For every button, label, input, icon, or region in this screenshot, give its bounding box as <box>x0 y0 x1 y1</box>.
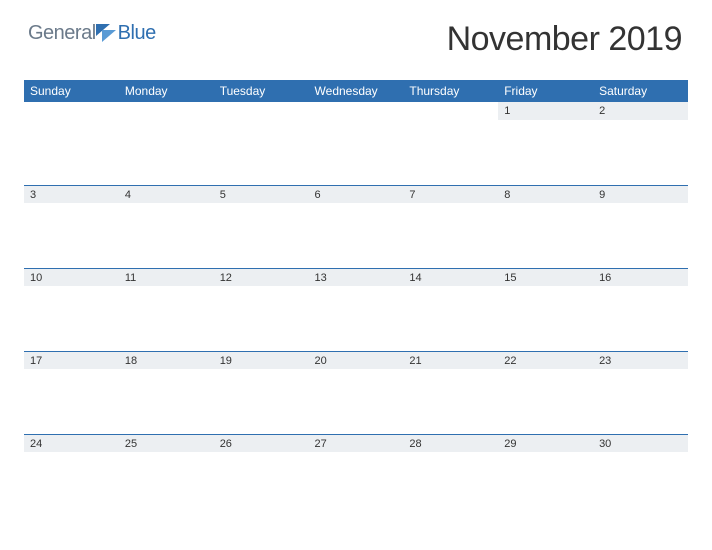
calendar-cell: 27 <box>309 434 404 517</box>
calendar-week-row: 24252627282930 <box>24 434 688 517</box>
date-number: 24 <box>24 434 119 452</box>
calendar-cell: 18 <box>119 351 214 434</box>
calendar-cell: 20 <box>309 351 404 434</box>
calendar-week-row: 17181920212223 <box>24 351 688 434</box>
calendar-cell: 28 <box>403 434 498 517</box>
date-number: 19 <box>214 351 309 369</box>
day-header: Thursday <box>403 80 498 102</box>
calendar-cell <box>214 102 309 185</box>
calendar-cell: 13 <box>309 268 404 351</box>
date-number: 5 <box>214 185 309 203</box>
logo-text-blue: Blue <box>118 22 156 45</box>
day-header: Saturday <box>593 80 688 102</box>
calendar-cell: 23 <box>593 351 688 434</box>
calendar-cell: 7 <box>403 185 498 268</box>
date-number: 29 <box>498 434 593 452</box>
date-number <box>119 102 214 120</box>
calendar-week-row: 12 <box>24 102 688 185</box>
calendar-cell: 6 <box>309 185 404 268</box>
date-number: 7 <box>403 185 498 203</box>
date-number: 3 <box>24 185 119 203</box>
calendar-cell: 2 <box>593 102 688 185</box>
header: General Blue November 2019 <box>0 0 712 80</box>
calendar-cell <box>24 102 119 185</box>
calendar-cell: 30 <box>593 434 688 517</box>
date-number: 12 <box>214 268 309 286</box>
calendar-cell: 26 <box>214 434 309 517</box>
calendar-cell: 24 <box>24 434 119 517</box>
calendar: Sunday Monday Tuesday Wednesday Thursday… <box>0 80 712 517</box>
calendar-cell: 19 <box>214 351 309 434</box>
day-header: Sunday <box>24 80 119 102</box>
calendar-cell: 3 <box>24 185 119 268</box>
date-number: 20 <box>309 351 404 369</box>
date-number: 9 <box>593 185 688 203</box>
date-number: 23 <box>593 351 688 369</box>
date-number: 14 <box>403 268 498 286</box>
logo-mark-icon <box>96 24 116 42</box>
calendar-cell: 4 <box>119 185 214 268</box>
calendar-cell <box>119 102 214 185</box>
calendar-cell: 12 <box>214 268 309 351</box>
calendar-week-row: 10111213141516 <box>24 268 688 351</box>
date-number: 27 <box>309 434 404 452</box>
calendar-cell: 15 <box>498 268 593 351</box>
date-number: 1 <box>498 102 593 120</box>
calendar-cell: 9 <box>593 185 688 268</box>
page-title: November 2019 <box>447 20 682 59</box>
date-number: 11 <box>119 268 214 286</box>
calendar-table: Sunday Monday Tuesday Wednesday Thursday… <box>24 80 688 517</box>
calendar-cell: 21 <box>403 351 498 434</box>
date-number <box>214 102 309 120</box>
date-number: 2 <box>593 102 688 120</box>
calendar-week-row: 3456789 <box>24 185 688 268</box>
calendar-cell: 22 <box>498 351 593 434</box>
calendar-body: 1234567891011121314151617181920212223242… <box>24 102 688 517</box>
date-number: 4 <box>119 185 214 203</box>
day-header: Wednesday <box>309 80 404 102</box>
calendar-cell <box>309 102 404 185</box>
calendar-cell: 14 <box>403 268 498 351</box>
day-header: Friday <box>498 80 593 102</box>
calendar-cell: 1 <box>498 102 593 185</box>
date-number: 8 <box>498 185 593 203</box>
calendar-cell: 11 <box>119 268 214 351</box>
date-number: 28 <box>403 434 498 452</box>
calendar-cell: 5 <box>214 185 309 268</box>
logo-text-general: General <box>28 22 96 45</box>
date-number: 21 <box>403 351 498 369</box>
logo: General Blue <box>28 22 156 45</box>
date-number: 26 <box>214 434 309 452</box>
date-number: 13 <box>309 268 404 286</box>
date-number: 25 <box>119 434 214 452</box>
calendar-cell: 17 <box>24 351 119 434</box>
calendar-cell: 16 <box>593 268 688 351</box>
date-number: 15 <box>498 268 593 286</box>
date-number: 6 <box>309 185 404 203</box>
date-number: 17 <box>24 351 119 369</box>
date-number: 22 <box>498 351 593 369</box>
date-number <box>309 102 404 120</box>
day-header-row: Sunday Monday Tuesday Wednesday Thursday… <box>24 80 688 102</box>
calendar-cell <box>403 102 498 185</box>
date-number: 16 <box>593 268 688 286</box>
calendar-cell: 29 <box>498 434 593 517</box>
date-number <box>24 102 119 120</box>
day-header: Tuesday <box>214 80 309 102</box>
date-number: 10 <box>24 268 119 286</box>
calendar-cell: 8 <box>498 185 593 268</box>
date-number <box>403 102 498 120</box>
calendar-cell: 25 <box>119 434 214 517</box>
day-header: Monday <box>119 80 214 102</box>
calendar-cell: 10 <box>24 268 119 351</box>
date-number: 30 <box>593 434 688 452</box>
date-number: 18 <box>119 351 214 369</box>
